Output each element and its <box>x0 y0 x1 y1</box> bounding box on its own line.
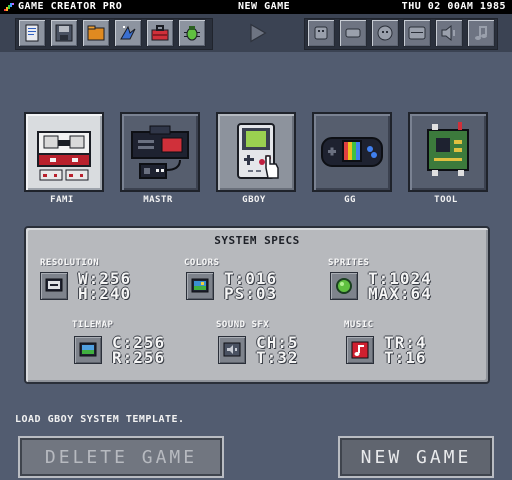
sprites-icon <box>330 272 358 300</box>
app-title[interactable]: GAME CREATOR PRO <box>18 0 122 14</box>
music-label: MUSIC <box>344 320 374 330</box>
colors-label: COLORS <box>184 258 220 268</box>
clock: THU 02 00AM 1985 <box>401 1 506 12</box>
system-label-gboy: GBOY <box>242 195 266 205</box>
tile-editor-icon[interactable] <box>339 19 367 47</box>
rainbow-logo-icon <box>4 3 14 11</box>
sprites-max: MAX:64 <box>368 284 432 303</box>
tilemap-label: TILEMAP <box>72 320 114 330</box>
resolution-height: H:240 <box>78 284 132 303</box>
bug-icon[interactable] <box>178 19 206 47</box>
play-icon[interactable] <box>242 18 272 48</box>
sprites-label: SPRITES <box>328 258 370 268</box>
folder-icon[interactable] <box>82 19 110 47</box>
tilemap-icon <box>74 336 102 364</box>
new-game-button[interactable]: NEW GAME <box>338 436 494 478</box>
sound-icon-spec <box>218 336 246 364</box>
circuit-board-icon <box>427 122 469 176</box>
gamegear-handheld-icon <box>321 137 383 167</box>
music-icon[interactable] <box>467 19 495 47</box>
system-label-tool: TOOL <box>434 195 458 205</box>
resolution-icon <box>40 272 68 300</box>
palette-icon[interactable] <box>371 19 399 47</box>
status-text: LOAD GBOY SYSTEM TEMPLATE. <box>15 414 185 425</box>
map-icon[interactable] <box>403 19 431 47</box>
toolbox-icon[interactable] <box>146 19 174 47</box>
famicom-console-icon <box>37 131 91 181</box>
document-title: NEW GAME <box>238 1 291 12</box>
master-system-console-icon <box>131 125 189 179</box>
sound-icon[interactable] <box>435 19 463 47</box>
menu-bar: GAME CREATOR PRO NEW GAME THU 02 00AM 19… <box>0 0 512 14</box>
sprite-editor-icon[interactable] <box>307 19 335 47</box>
colors-icon <box>186 272 214 300</box>
system-card-gg[interactable] <box>312 112 392 192</box>
system-card-tool[interactable] <box>408 112 488 192</box>
system-card-gboy[interactable] <box>216 112 296 192</box>
system-label-gg: GG <box>344 195 356 205</box>
music-total: T:16 <box>384 348 427 367</box>
specs-title: SYSTEM SPECS <box>214 234 300 247</box>
sound-total: T:32 <box>256 348 299 367</box>
system-card-mastr[interactable] <box>120 112 200 192</box>
resolution-label: RESOLUTION <box>40 258 100 268</box>
tilemap-rows: R:256 <box>112 348 166 367</box>
document-icon[interactable] <box>18 19 46 47</box>
music-icon-spec <box>346 336 374 364</box>
toolbar <box>0 14 512 52</box>
sound-label: SOUND SFX <box>216 320 270 330</box>
gameboy-handheld-icon <box>237 123 279 179</box>
magic-icon[interactable] <box>114 19 142 47</box>
system-label-mastr: MASTR <box>143 195 173 205</box>
colors-palettes: PS:03 <box>224 284 278 303</box>
save-icon[interactable] <box>50 19 78 47</box>
system-card-fami[interactable] <box>24 112 104 192</box>
system-label-fami: FAMI <box>50 195 74 205</box>
delete-game-button[interactable]: DELETE GAME <box>18 436 224 478</box>
system-specs-panel: SYSTEM SPECS RESOLUTION W:256 H:240 COLO… <box>24 226 490 384</box>
